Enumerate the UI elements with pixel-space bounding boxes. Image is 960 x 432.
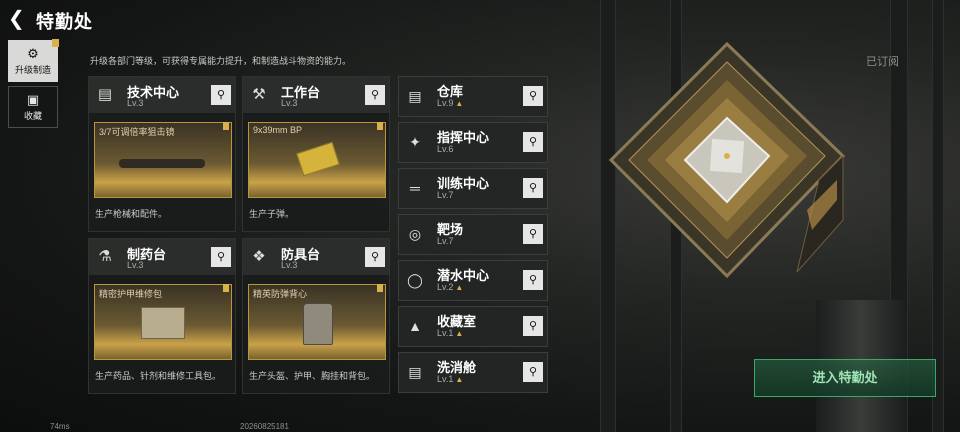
- department-level: Lv.6: [437, 144, 454, 154]
- enter-special-ops-button[interactable]: 进入特勤处: [754, 359, 936, 397]
- sidebar-item-label: 收藏: [23, 110, 42, 121]
- production-item-name: 3/7可调倍率狙击镜: [99, 127, 175, 137]
- department-level: Lv.1 ▲: [437, 328, 464, 338]
- monitor-icon: ▤: [97, 86, 113, 103]
- card-tech-center[interactable]: ▤ 技术中心 Lv.3 ⚲ 3/7可调倍率狙击镜 生产枪械和配件。: [88, 76, 236, 232]
- department-level: Lv.2 ▲: [437, 282, 464, 292]
- vest-image: [303, 303, 333, 345]
- card-footer: 生产枪械和配件。: [95, 209, 168, 219]
- sidebar-item-label: 升级制造: [14, 64, 51, 75]
- department-shooting-range[interactable]: ◎ 靶场 Lv.7 ⚲: [398, 214, 548, 255]
- upgrade-arrow-icon: ▲: [455, 283, 464, 292]
- collection-icon: ▣: [26, 91, 40, 107]
- search-icon[interactable]: ⚲: [523, 86, 543, 106]
- production-slot[interactable]: 精英防弹背心: [248, 284, 386, 360]
- department-diving-center[interactable]: ◯ 潜水中心 Lv.2 ▲ ⚲: [398, 260, 548, 301]
- card-armor-bench[interactable]: ❖ 防具台 Lv.3 ⚲ 精英防弹背心 生产头盔、护甲、胸挂和背包。: [242, 238, 390, 394]
- card-level: Lv.3: [281, 260, 298, 270]
- build-id: 20260825181: [240, 422, 289, 431]
- search-icon[interactable]: ⚲: [523, 270, 543, 290]
- department-warehouse[interactable]: ▤ 仓库 Lv.9 ▲ ⚲: [398, 76, 548, 117]
- search-icon[interactable]: ⚲: [523, 362, 543, 382]
- sidebar-item-collection[interactable]: ▣ 收藏: [8, 86, 58, 128]
- dumbbell-icon: ═: [410, 180, 420, 196]
- card-pharmacy[interactable]: ⚗ 制药台 Lv.3 ⚲ 精密护甲维修包 生产药品、针剂和维修工具包。: [88, 238, 236, 394]
- shower-icon: ▤: [408, 364, 422, 380]
- department-command-center[interactable]: ✦ 指挥中心 Lv.6 ⚲: [398, 122, 548, 163]
- department-training-center[interactable]: ═ 训练中心 Lv.7 ⚲: [398, 168, 548, 209]
- search-icon[interactable]: ⚲: [365, 247, 385, 267]
- department-level: Lv.7: [437, 236, 454, 246]
- department-level: Lv.7: [437, 190, 454, 200]
- back-arrow-icon[interactable]: ❮: [8, 8, 30, 30]
- notification-badge: [223, 284, 229, 292]
- upgrade-arrow-icon: ▲: [455, 375, 464, 384]
- page-description: 升级各部门等级，可获得专属能力提升，和制造战斗物资的能力。: [90, 56, 352, 66]
- card-workbench[interactable]: ⚒ 工作台 Lv.3 ⚲ 9x39mm BP 生产子弹。: [242, 76, 390, 232]
- production-slot[interactable]: 3/7可调倍率狙击镜: [94, 122, 232, 198]
- page-title: 特勤处: [36, 12, 93, 32]
- subscribed-label: 已订阅: [866, 56, 899, 68]
- department-level: Lv.1 ▲: [437, 374, 464, 384]
- top-bar: ❮ 特勤处: [0, 0, 960, 40]
- upgrade-icon: ⚙: [27, 45, 39, 61]
- search-icon[interactable]: ⚲: [365, 85, 385, 105]
- department-decontamination[interactable]: ▤ 洗消舱 Lv.1 ▲ ⚲: [398, 352, 548, 393]
- notification-badge: [52, 39, 59, 47]
- chip-icon: ✦: [409, 134, 421, 150]
- microscope-icon: ⚗: [98, 248, 112, 265]
- production-slot[interactable]: 精密护甲维修包: [94, 284, 232, 360]
- sidebar-item-upgrade[interactable]: ⚙ 升级制造: [8, 39, 59, 82]
- production-item-name: 精英防弹背心: [253, 289, 308, 299]
- search-icon[interactable]: ⚲: [523, 224, 543, 244]
- upgrade-arrow-icon: ▲: [455, 99, 464, 108]
- search-icon[interactable]: ⚲: [211, 247, 231, 267]
- ping-readout: 74ms: [50, 422, 70, 431]
- sidebar: ⚙ 升级制造 ▣ 收藏: [8, 39, 59, 132]
- ammo-box-image: [296, 141, 340, 177]
- scope-image: [119, 159, 205, 168]
- search-icon[interactable]: ⚲: [523, 178, 543, 198]
- repair-kit-image: [141, 307, 185, 339]
- warehouse-icon: ▤: [408, 88, 422, 104]
- special-ops-cube: [607, 40, 847, 280]
- production-item-name: 精密护甲维修包: [99, 289, 163, 299]
- department-collection-room[interactable]: ▲ 收藏室 Lv.1 ▲ ⚲: [398, 306, 548, 347]
- search-icon[interactable]: ⚲: [523, 132, 543, 152]
- card-level: Lv.3: [127, 98, 144, 108]
- production-item-name: 9x39mm BP: [253, 125, 303, 135]
- status-bar: 74ms 20260825181: [0, 420, 960, 432]
- notification-badge: [377, 284, 383, 292]
- card-footer: 生产药品、针剂和维修工具包。: [95, 371, 222, 381]
- card-level: Lv.3: [281, 98, 298, 108]
- armor-icon: ❖: [252, 248, 266, 265]
- target-icon: ◎: [408, 226, 422, 242]
- department-level: Lv.9 ▲: [437, 98, 464, 108]
- card-level: Lv.3: [127, 260, 144, 270]
- upgrade-arrow-icon: ▲: [455, 329, 464, 338]
- trophy-icon: ▲: [408, 318, 422, 334]
- search-icon[interactable]: ⚲: [211, 85, 231, 105]
- production-slot[interactable]: 9x39mm BP: [248, 122, 386, 198]
- diving-icon: ◯: [407, 272, 423, 288]
- notification-badge: [223, 122, 229, 130]
- card-footer: 生产头盔、护甲、胸挂和背包。: [249, 371, 376, 381]
- notification-badge: [377, 122, 383, 130]
- card-footer: 生产子弹。: [249, 209, 295, 219]
- tools-icon: ⚒: [252, 86, 266, 103]
- search-icon[interactable]: ⚲: [523, 316, 543, 336]
